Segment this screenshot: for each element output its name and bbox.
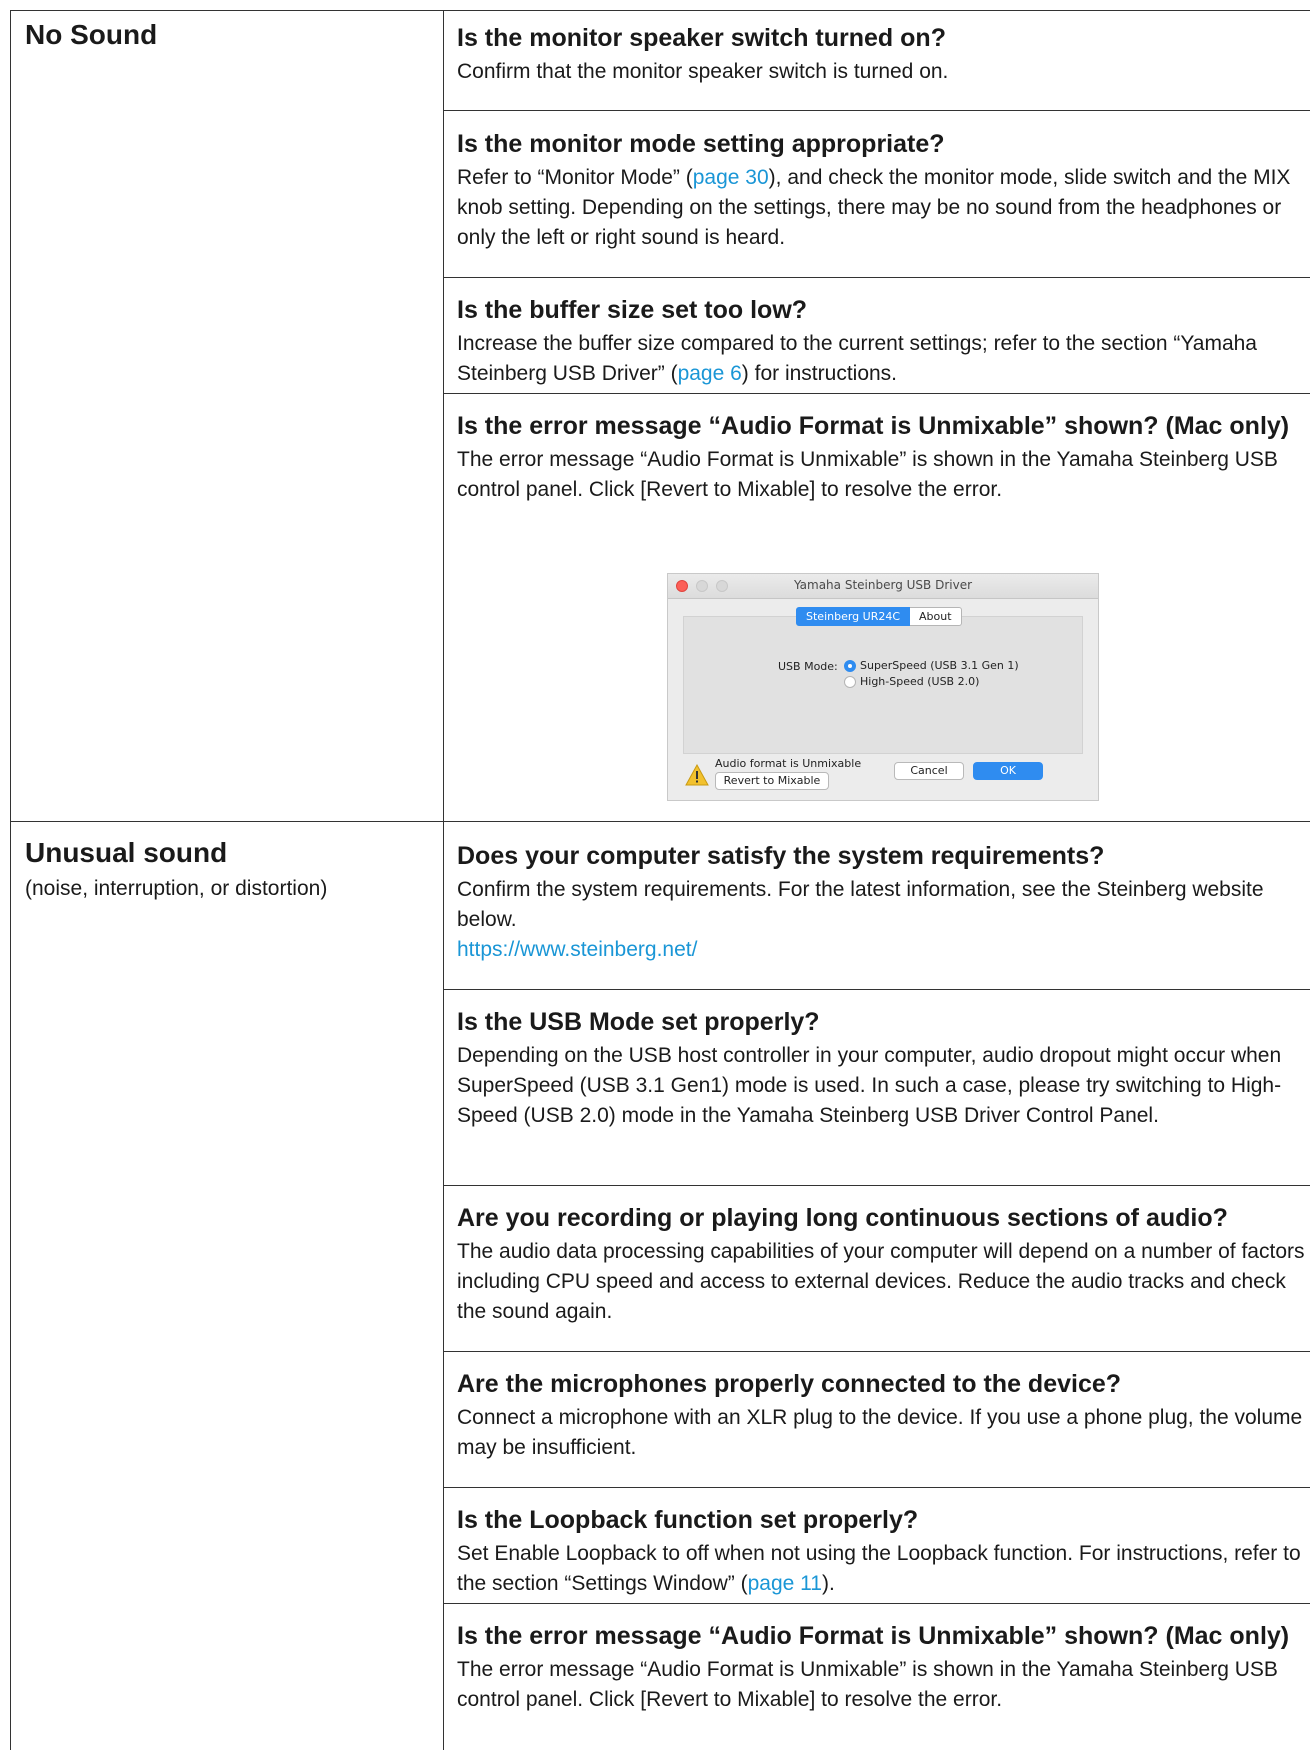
answer: Connect a microphone with an XLR plug to… <box>457 1406 1303 1459</box>
row-divider <box>443 1487 1310 1488</box>
question: Is the error message “Audio Format is Un… <box>457 412 1290 440</box>
tab-about[interactable]: About <box>910 607 962 626</box>
question: Is the monitor speaker switch turned on? <box>457 24 946 52</box>
question: Is the buffer size set too low? <box>457 296 808 324</box>
row-divider <box>443 393 1310 394</box>
row-divider <box>443 110 1310 111</box>
cancel-button[interactable]: Cancel <box>894 762 964 780</box>
row-divider <box>443 1351 1310 1352</box>
radio-superspeed[interactable]: SuperSpeed (USB 3.1 Gen 1) <box>844 659 1019 672</box>
driver-dialog-screenshot: Yamaha Steinberg USB Driver USB Mode: Su… <box>667 573 1099 801</box>
problem-title-unusual-sound: Unusual sound <box>25 837 228 868</box>
item-usb-mode: Is the USB Mode set properly? Depending … <box>457 1005 1307 1131</box>
revert-to-mixable-button[interactable]: Revert to Mixable <box>715 772 829 790</box>
dialog-tabs: Steinberg UR24C About <box>796 607 962 626</box>
answer: Increase the buffer size compared to the… <box>457 332 1257 385</box>
question: Are you recording or playing long contin… <box>457 1204 1228 1232</box>
item-buffer-size: Is the buffer size set too low? Increase… <box>457 293 1307 389</box>
ok-button[interactable]: OK <box>973 762 1043 780</box>
page-link[interactable]: page 30 <box>693 166 769 189</box>
row-divider <box>443 1603 1310 1604</box>
item-unmixable-error-2: Is the error message “Audio Format is Un… <box>457 1619 1307 1715</box>
answer: The error message “Audio Format is Unmix… <box>457 1658 1278 1711</box>
row-divider <box>443 1185 1310 1186</box>
tab-steinberg-ur24c[interactable]: Steinberg UR24C <box>796 607 911 626</box>
problem-subtitle: (noise, interruption, or distortion) <box>25 877 328 900</box>
problem-title-no-sound: No Sound <box>25 19 158 50</box>
answer: Confirm that the monitor speaker switch … <box>457 60 949 83</box>
answer: The error message “Audio Format is Unmix… <box>457 448 1278 501</box>
page-link[interactable]: page 6 <box>678 362 742 385</box>
question: Are the microphones properly connected t… <box>457 1370 1122 1398</box>
row-divider <box>443 277 1310 278</box>
item-speaker-switch: Is the monitor speaker switch turned on?… <box>457 21 1307 87</box>
row-divider <box>443 989 1310 990</box>
answer: Set Enable Loopback to off when not usin… <box>457 1542 1301 1595</box>
radio-unselected-icon <box>844 675 856 688</box>
page-link[interactable]: page 11 <box>748 1572 822 1595</box>
warning-triangle-icon <box>685 764 709 786</box>
steinberg-website-link[interactable]: https://www.steinberg.net/ <box>457 935 1307 965</box>
radio-selected-icon <box>844 659 856 672</box>
answer: Refer to “Monitor Mode” (page 30), and c… <box>457 166 1291 249</box>
column-divider <box>443 11 444 1750</box>
item-loopback: Is the Loopback function set properly? S… <box>457 1503 1307 1599</box>
radio-highspeed[interactable]: High-Speed (USB 2.0) <box>844 675 979 688</box>
question: Is the USB Mode set properly? <box>457 1008 820 1036</box>
dialog-title: Yamaha Steinberg USB Driver <box>793 578 973 592</box>
dialog-panel: USB Mode: SuperSpeed (USB 3.1 Gen 1) Hig… <box>683 616 1083 754</box>
answer: The audio data processing capabilities o… <box>457 1240 1305 1323</box>
item-system-requirements: Does your computer satisfy the system re… <box>457 839 1307 965</box>
question: Does your computer satisfy the system re… <box>457 842 1105 870</box>
item-unmixable-error: Is the error message “Audio Format is Un… <box>457 409 1307 505</box>
answer: Confirm the system requirements. For the… <box>457 878 1264 931</box>
dialog-titlebar: Yamaha Steinberg USB Driver <box>668 574 1098 599</box>
warning-text: Audio format is Unmixable <box>715 757 862 770</box>
item-long-sections: Are you recording or playing long contin… <box>457 1201 1307 1327</box>
usb-mode-label: USB Mode: <box>778 660 838 673</box>
item-microphones: Are the microphones properly connected t… <box>457 1367 1307 1463</box>
question: Is the error message “Audio Format is Un… <box>457 1622 1290 1650</box>
section-divider <box>11 821 1310 822</box>
answer: Depending on the USB host controller in … <box>457 1044 1282 1127</box>
question: Is the monitor mode setting appropriate? <box>457 130 945 158</box>
troubleshooting-table: No Sound Is the monitor speaker switch t… <box>10 10 1310 1750</box>
item-monitor-mode: Is the monitor mode setting appropriate?… <box>457 127 1307 253</box>
question: Is the Loopback function set properly? <box>457 1506 919 1534</box>
